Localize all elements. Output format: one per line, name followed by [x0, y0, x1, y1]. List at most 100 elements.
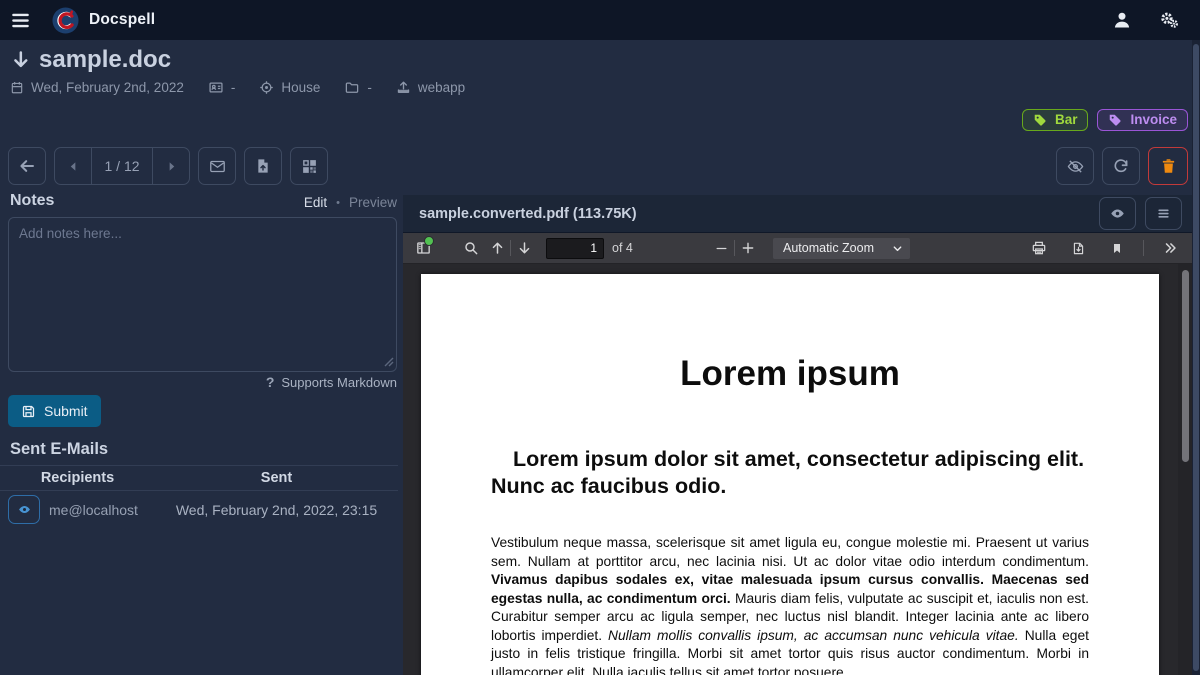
- window-scroll-thumb[interactable]: [1193, 44, 1199, 671]
- attachment-header: sample.converted.pdf (113.75K): [403, 195, 1192, 233]
- table-row: me@localhost Wed, February 2nd, 2022, 23…: [0, 491, 398, 528]
- pdf-page: Lorem ipsum Lorem ipsum dolor sit amet, …: [421, 274, 1159, 675]
- toggle-sidebar-button[interactable]: [410, 235, 436, 261]
- eye-icon: [1109, 206, 1126, 221]
- chevron-left-icon: [68, 160, 79, 173]
- sent-emails-table: Recipients Sent me@localhost Wed, Februa…: [0, 465, 398, 528]
- redo-icon: [1112, 157, 1130, 175]
- submit-notes-button[interactable]: Submit: [8, 395, 101, 427]
- qrcode-icon: [301, 158, 318, 175]
- pdf-doc-heading: Lorem ipsum dolor sit amet, consectetur …: [491, 446, 1089, 500]
- concerning-meta: House: [259, 80, 320, 95]
- zoom-in-button[interactable]: [735, 235, 761, 261]
- tag-icon: [1108, 113, 1122, 127]
- crosshair-icon: [259, 80, 274, 95]
- file-upload-icon: [255, 157, 271, 175]
- next-item-button[interactable]: [153, 148, 189, 184]
- back-button[interactable]: [8, 147, 46, 185]
- upload-icon: [396, 80, 411, 95]
- sent-emails-heading: Sent E-Mails: [10, 440, 108, 459]
- mail-sent-date: Wed, February 2nd, 2022, 23:15: [155, 502, 398, 518]
- bookmark-icon: [1111, 241, 1123, 256]
- tag-bar[interactable]: Bar: [1022, 109, 1089, 131]
- view-mail-button[interactable]: [8, 495, 40, 524]
- pdf-doc-title: Lorem ipsum: [491, 354, 1089, 394]
- viewer-scrollbar[interactable]: [1178, 264, 1192, 675]
- attachment-view-button[interactable]: [1099, 197, 1136, 230]
- save-icon: [21, 404, 36, 419]
- markdown-hint: ? Supports Markdown: [8, 374, 397, 390]
- eye-slash-icon: [1066, 158, 1085, 175]
- docspell-logo-icon: [52, 7, 79, 34]
- secondary-toolbar-button[interactable]: [1157, 235, 1183, 261]
- arrow-left-icon: [18, 157, 36, 175]
- search-icon: [463, 240, 479, 256]
- attachment-filename: sample.converted.pdf (113.75K): [419, 206, 637, 222]
- calendar-icon: [10, 80, 24, 95]
- settings-gears-icon[interactable]: [1158, 10, 1180, 30]
- window-scrollbar[interactable]: [1192, 40, 1200, 675]
- trash-icon: [1160, 157, 1177, 175]
- send-mail-button[interactable]: [198, 147, 236, 185]
- item-toolbar-actions: [1056, 147, 1188, 185]
- docspell-app: Docspell sample.doc Wed, February 2nd, 2…: [0, 0, 1200, 675]
- resize-handle-icon[interactable]: [384, 357, 394, 367]
- viewer-scroll-thumb[interactable]: [1182, 270, 1189, 462]
- notes-mode-links: Edit • Preview: [8, 195, 397, 210]
- list-icon: [1156, 207, 1171, 220]
- download-icon: [1071, 240, 1086, 256]
- previous-page-button[interactable]: [484, 235, 510, 261]
- pager-position: 1 / 12: [91, 148, 153, 184]
- item-toolbar: 1 / 12: [8, 147, 328, 185]
- notes-preview-link[interactable]: Preview: [349, 195, 397, 210]
- menu-button[interactable]: [0, 0, 40, 40]
- column-header-recipients: Recipients: [0, 470, 155, 486]
- page-count-label: of 4: [612, 241, 633, 255]
- tags-row: Bar Invoice: [1022, 109, 1188, 131]
- hamburger-icon: [11, 11, 30, 30]
- envelope-icon: [208, 158, 227, 175]
- find-button[interactable]: [458, 235, 484, 261]
- user-account-icon[interactable]: [1112, 10, 1132, 30]
- chevron-right-icon: [166, 160, 177, 173]
- zoom-level-select[interactable]: Automatic Zoom: [773, 238, 910, 259]
- folder-meta: -: [344, 80, 372, 95]
- double-chevron-icon: [1162, 241, 1178, 255]
- page-number-input[interactable]: [546, 238, 604, 259]
- delete-item-button[interactable]: [1148, 147, 1188, 185]
- arrow-down-icon: [517, 240, 532, 256]
- date-meta: Wed, February 2nd, 2022: [10, 80, 184, 95]
- presence-dot: [424, 236, 434, 246]
- notes-edit-link[interactable]: Edit: [304, 195, 327, 210]
- tag-icon: [1033, 113, 1047, 127]
- folder-icon: [344, 80, 360, 95]
- add-files-button[interactable]: [244, 147, 282, 185]
- zoom-out-button[interactable]: [708, 235, 734, 261]
- document-meta: Wed, February 2nd, 2022 - House -: [10, 80, 465, 95]
- unconfirm-button[interactable]: [1056, 147, 1094, 185]
- link-separator: •: [336, 197, 340, 209]
- print-button[interactable]: [1026, 235, 1052, 261]
- mail-recipients: me@localhost: [49, 502, 138, 518]
- reprocess-button[interactable]: [1102, 147, 1140, 185]
- item-pager: 1 / 12: [54, 147, 190, 185]
- pdf-viewer[interactable]: Lorem ipsum Lorem ipsum dolor sit amet, …: [403, 264, 1192, 675]
- tag-invoice[interactable]: Invoice: [1097, 109, 1188, 131]
- brand-name: Docspell: [89, 11, 155, 29]
- previous-item-button[interactable]: [55, 148, 91, 184]
- download-button[interactable]: [1065, 235, 1091, 261]
- download-arrow-icon: [10, 49, 30, 71]
- topbar: Docspell: [0, 0, 1200, 40]
- chevron-down-icon: [892, 243, 903, 254]
- bookmark-button[interactable]: [1104, 235, 1130, 261]
- next-page-button[interactable]: [511, 235, 537, 261]
- plus-icon: [741, 241, 755, 255]
- notes-input[interactable]: [8, 217, 397, 372]
- document-title: sample.doc: [39, 46, 171, 74]
- pdf-paragraph: Vestibulum neque massa, scelerisque sit …: [491, 534, 1089, 675]
- qr-code-button[interactable]: [290, 147, 328, 185]
- attachment-menu-button[interactable]: [1145, 197, 1182, 230]
- minus-icon: [715, 242, 728, 255]
- column-header-sent: Sent: [155, 470, 398, 486]
- correspondent-meta: -: [208, 80, 236, 95]
